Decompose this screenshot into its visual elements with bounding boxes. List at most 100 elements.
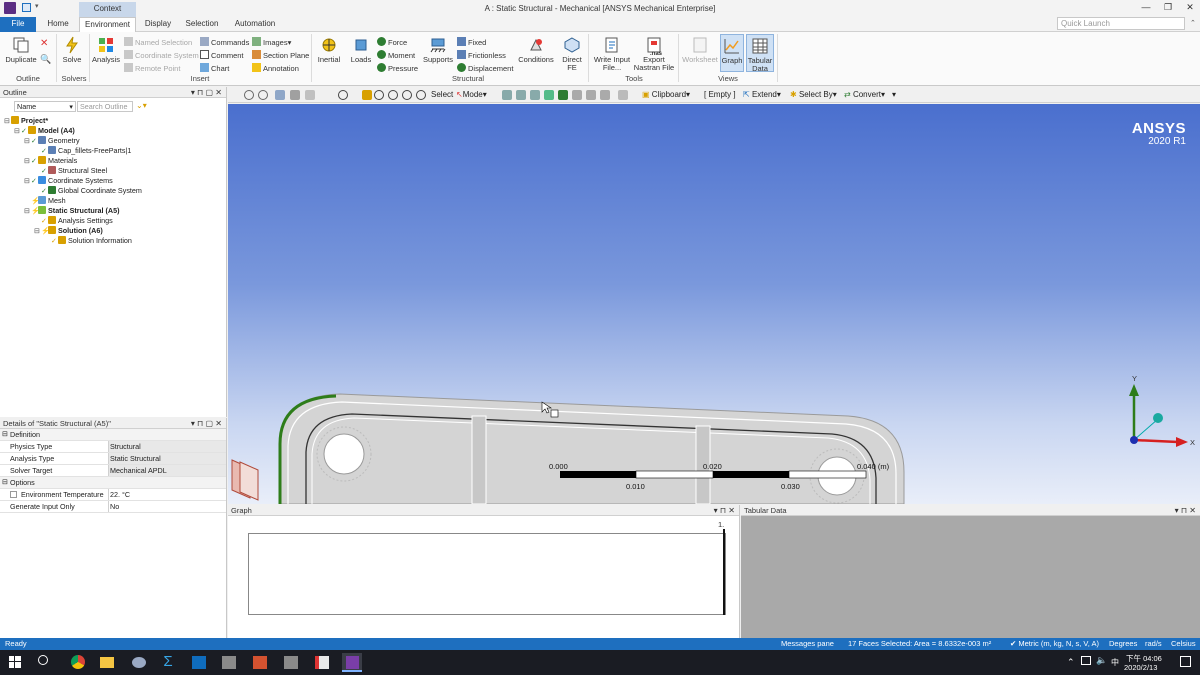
shaded-icon[interactable]: [290, 90, 300, 100]
magnifier-icon[interactable]: [416, 90, 426, 100]
conditions-button[interactable]: Conditions: [516, 36, 556, 64]
details-section-header[interactable]: ⊟ Definition: [0, 429, 226, 441]
tray-clock-date[interactable]: 2020/2/13: [1124, 663, 1157, 672]
notifications-icon[interactable]: [1180, 656, 1191, 667]
tree-expander-icon[interactable]: ⊟: [34, 227, 41, 237]
convert-button[interactable]: ⇄ Convert▾: [844, 90, 885, 99]
details-panel-controls[interactable]: ▾ ⊓ ▢ ✕: [191, 418, 222, 429]
outline-name-select[interactable]: Name ▾: [14, 101, 76, 112]
tree-expander-icon[interactable]: ⊟: [24, 177, 31, 187]
search-icon[interactable]: [38, 655, 48, 665]
details-row[interactable]: Environment Temperature 22. °C: [0, 489, 226, 501]
select-by-button[interactable]: ✱ Select By▾: [790, 90, 837, 99]
tree-expander-icon[interactable]: ⊟: [14, 127, 21, 137]
tree-expander-icon[interactable]: ⊟: [24, 207, 31, 217]
tree-item[interactable]: ⊟⚡ Static Structural (A5): [2, 206, 224, 216]
delete-icon[interactable]: ✕: [40, 38, 48, 49]
outlook-icon[interactable]: [189, 653, 209, 672]
tree-item[interactable]: ⊟✓ Coordinate Systems: [2, 176, 224, 186]
extend-button[interactable]: ⇱ Extend▾: [743, 90, 781, 99]
tree-item[interactable]: ✓ Cap_fillets-FreeParts|1: [2, 146, 224, 156]
toolbar-overflow-icon[interactable]: ▾: [892, 90, 896, 99]
commands-button[interactable]: Commands: [200, 37, 249, 47]
coordinate-system-button[interactable]: Coordinate System: [124, 50, 199, 60]
chrome-icon[interactable]: [68, 653, 88, 672]
graph-view-button[interactable]: Graph: [720, 34, 744, 72]
displacement-button[interactable]: Displacement: [457, 63, 513, 73]
tree-expander-icon[interactable]: ⊟: [4, 117, 11, 127]
graph-panel-controls[interactable]: ▾ ⊓ ✕: [714, 505, 735, 516]
details-value[interactable]: Structural: [110, 441, 141, 453]
frictionless-button[interactable]: Frictionless: [457, 50, 506, 60]
details-value[interactable]: Static Structural: [110, 453, 161, 465]
remote-point-button[interactable]: Remote Point: [124, 63, 180, 73]
tree-item[interactable]: ⊟ Project*: [2, 116, 224, 126]
tree-item[interactable]: ⊟✓ Model (A4): [2, 126, 224, 136]
moment-button[interactable]: Moment: [377, 50, 415, 60]
supports-button[interactable]: Supports: [422, 36, 454, 64]
details-row[interactable]: Generate Input Only No: [0, 501, 226, 513]
clipboard-button[interactable]: ▣ Clipboard▾: [642, 90, 690, 99]
write-input-file-button[interactable]: Write Input File...: [592, 36, 632, 72]
tree-item[interactable]: ⊟⚡ Solution (A6): [2, 226, 224, 236]
restore-button[interactable]: ❐: [1156, 2, 1180, 15]
tab-file[interactable]: File: [0, 17, 36, 32]
rotational-units[interactable]: rad/s: [1145, 638, 1162, 650]
zoom-icon[interactable]: [374, 90, 384, 100]
named-selection-button[interactable]: Named Selection: [124, 37, 192, 47]
fixed-button[interactable]: Fixed: [457, 37, 486, 47]
select-vertex-icon[interactable]: [502, 90, 512, 100]
tray-ime-indicator[interactable]: 中: [1111, 657, 1119, 668]
details-row[interactable]: Physics Type Structural: [0, 441, 226, 453]
find-icon[interactable]: 🔍: [40, 54, 51, 65]
tree-expander-icon[interactable]: ⊟: [24, 137, 31, 147]
tree-item[interactable]: ✓ Structural Steel: [2, 166, 224, 176]
collapse-icon[interactable]: ⊟: [2, 429, 8, 441]
pan-icon[interactable]: [362, 90, 372, 100]
model-view[interactable]: [228, 104, 1200, 504]
select-body-icon[interactable]: [544, 90, 554, 100]
images-button[interactable]: Images▾: [252, 37, 291, 47]
graphics-viewport[interactable]: ANSYS 2020 R1 0.000 0.020 0.040 (m) 0.01…: [228, 104, 1200, 504]
parameter-checkbox[interactable]: [10, 491, 17, 498]
tab-automation[interactable]: Automation: [230, 17, 280, 32]
tray-volume-icon[interactable]: 🔈: [1096, 655, 1107, 666]
comment-button[interactable]: Comment: [200, 50, 244, 60]
app-icon-red[interactable]: [312, 653, 332, 672]
tray-chevron-icon[interactable]: ⌃: [1067, 657, 1075, 668]
messages-pane-link[interactable]: Messages pane: [781, 638, 834, 650]
tab-environment[interactable]: Environment: [79, 17, 136, 32]
angle-units[interactable]: Degrees: [1109, 638, 1137, 650]
zoom-in-icon[interactable]: [244, 90, 254, 100]
graph-plot-area[interactable]: [248, 533, 726, 615]
select-mesh-icon[interactable]: [600, 90, 610, 100]
view-cube-icon[interactable]: [275, 90, 285, 100]
details-row[interactable]: Analysis Type Static Structural: [0, 453, 226, 465]
details-value[interactable]: No: [110, 501, 119, 513]
force-button[interactable]: Force: [377, 37, 407, 47]
workbench-icon[interactable]: [219, 653, 239, 672]
tabular-data-button[interactable]: Tabular Data: [746, 34, 774, 73]
wireframe-icon[interactable]: [305, 90, 315, 100]
tab-display[interactable]: Display: [140, 17, 176, 32]
outline-filter-icon[interactable]: ⌄▾: [136, 101, 147, 110]
annotation-button[interactable]: Annotation: [252, 63, 299, 73]
file-explorer-icon[interactable]: [97, 653, 117, 672]
solve-button[interactable]: Solve: [60, 36, 84, 64]
pressure-button[interactable]: Pressure: [377, 63, 418, 73]
select-all-icon[interactable]: [618, 90, 628, 100]
box-zoom-icon[interactable]: [388, 90, 398, 100]
details-value[interactable]: Mechanical APDL: [110, 465, 167, 477]
tree-item[interactable]: ✓ Solution Information: [2, 236, 224, 246]
collapse-icon[interactable]: ⊟: [2, 477, 8, 489]
sigma-app-icon[interactable]: Σ: [158, 653, 178, 672]
tabular-panel-controls[interactable]: ▾ ⊓ ✕: [1175, 505, 1196, 516]
tree-item[interactable]: ✓ Global Coordinate System: [2, 186, 224, 196]
analysis-button[interactable]: Analysis: [92, 36, 120, 64]
ribbon-collapse-icon[interactable]: ⌃: [1190, 19, 1196, 27]
select-node-icon[interactable]: [572, 90, 582, 100]
zoom-out-icon[interactable]: [258, 90, 268, 100]
workbench-2-icon[interactable]: [281, 653, 301, 672]
tree-item[interactable]: ⚡ Mesh: [2, 196, 224, 206]
tree-item[interactable]: ⊟✓ Materials: [2, 156, 224, 166]
